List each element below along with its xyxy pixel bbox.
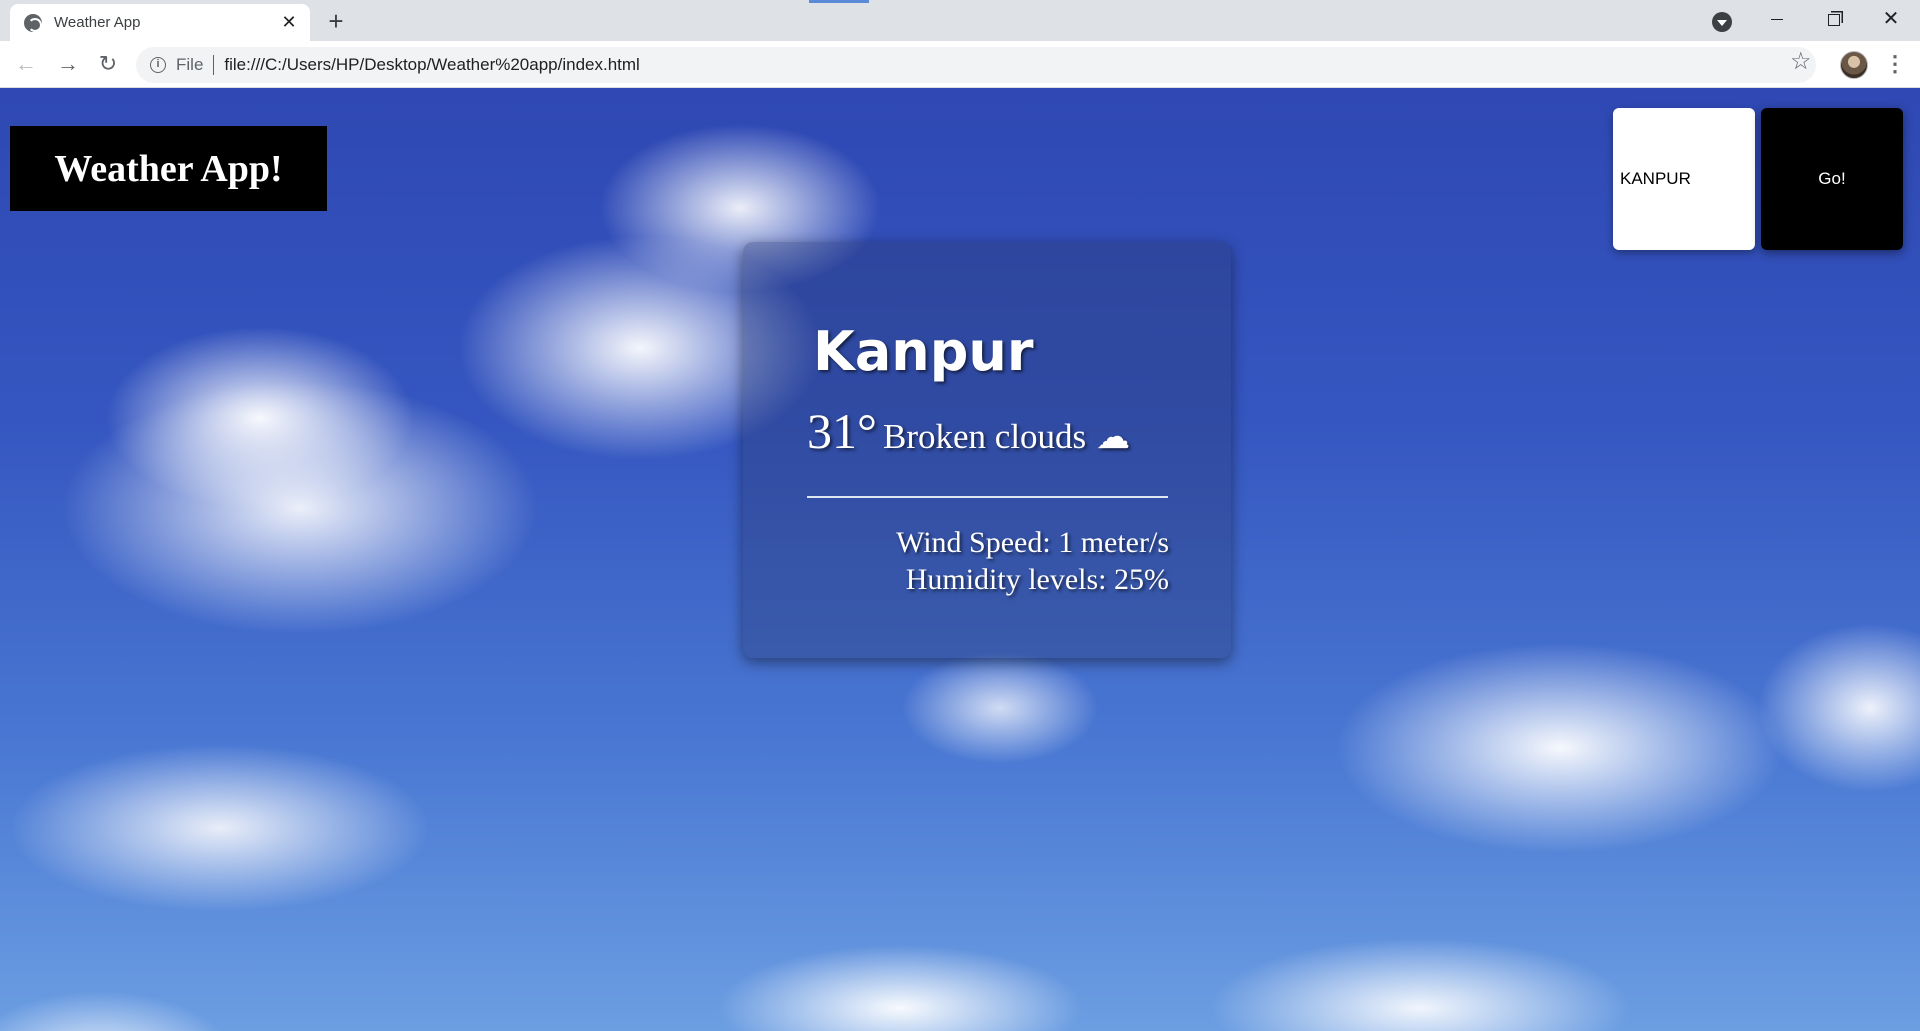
tab-title: Weather App: [54, 14, 141, 31]
loading-indicator: [809, 0, 869, 3]
new-tab-button[interactable]: +: [322, 8, 350, 36]
minimize-icon: [1771, 19, 1783, 21]
globe-icon: [24, 13, 42, 32]
temperature: 31°: [807, 403, 877, 459]
weather-card: Kanpur 31° Broken clouds ☁ Wind Speed: 1…: [743, 242, 1231, 658]
browser-toolbar: ← → ↻ i File file:///C:/Users/HP/Desktop…: [0, 41, 1920, 88]
back-button[interactable]: ←: [10, 49, 42, 81]
address-bar[interactable]: i File file:///C:/Users/HP/Desktop/Weath…: [136, 47, 1816, 83]
weather-description: Broken clouds: [883, 417, 1087, 456]
url-scheme: File: [176, 55, 204, 74]
info-icon[interactable]: i: [150, 57, 166, 73]
wind-speed: Wind Speed: 1 meter/s: [896, 526, 1169, 559]
url-separator: [213, 55, 215, 75]
restore-icon: [1828, 13, 1840, 26]
condition-row: 31° Broken clouds ☁: [807, 402, 1130, 460]
app-title: Weather App!: [10, 126, 327, 211]
forward-button[interactable]: →: [52, 49, 84, 81]
close-window-button[interactable]: ✕: [1862, 0, 1920, 41]
browser-menu-icon[interactable]: ⋮: [1884, 50, 1906, 80]
restore-button[interactable]: [1805, 0, 1863, 41]
city-name: Kanpur: [813, 320, 1034, 383]
url-text[interactable]: file:///C:/Users/HP/Desktop/Weather%20ap…: [224, 55, 639, 75]
broken-clouds-icon: ☁: [1096, 419, 1131, 456]
profile-avatar[interactable]: [1840, 51, 1868, 79]
bookmark-star-icon[interactable]: ☆: [1790, 47, 1812, 76]
weather-details: Wind Speed: 1 meter/s Humidity levels: 2…: [896, 524, 1169, 598]
browser-tabstrip: Weather App ✕ + ✕: [0, 0, 1920, 41]
page-viewport: Weather App! Go! Kanpur 31° Broken cloud…: [0, 88, 1920, 1031]
tab-close-icon[interactable]: ✕: [278, 12, 300, 33]
city-search-input[interactable]: [1613, 108, 1755, 250]
minimize-button[interactable]: [1748, 0, 1806, 41]
browser-tab[interactable]: Weather App ✕: [10, 4, 310, 41]
tab-search-icon[interactable]: [1712, 12, 1732, 32]
reload-button[interactable]: ↻: [92, 49, 124, 81]
go-button[interactable]: Go!: [1761, 108, 1903, 250]
divider: [807, 496, 1168, 498]
humidity: Humidity levels: 25%: [905, 563, 1169, 596]
